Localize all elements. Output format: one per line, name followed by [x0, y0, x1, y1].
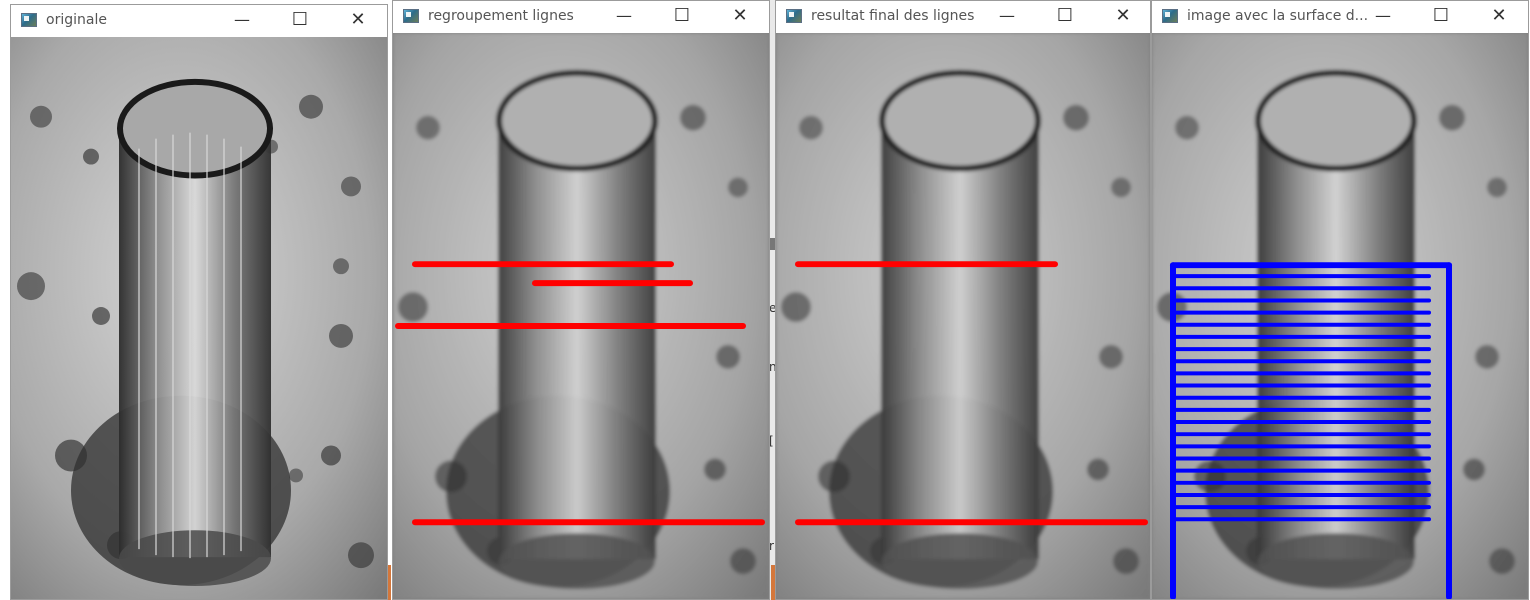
window-resultat-final-des-lignes[interactable]: resultat final des lignes — ☐ ✕	[775, 0, 1151, 600]
close-button[interactable]: ✕	[1486, 4, 1512, 28]
app-icon	[21, 13, 37, 27]
desktop: e n [ r originale — ☐ ✕ regroupement lig…	[0, 0, 1530, 600]
image-viewport	[393, 33, 769, 599]
red-line-overlay	[795, 261, 1148, 526]
blue-surface-overlay	[1170, 262, 1452, 599]
maximize-button[interactable]: ☐	[287, 8, 313, 32]
close-button[interactable]: ✕	[1110, 4, 1136, 28]
window-titlebar[interactable]: originale — ☐ ✕	[11, 5, 387, 37]
app-icon	[786, 9, 802, 23]
minimize-button[interactable]: —	[229, 8, 255, 32]
taskbar-accent	[388, 565, 391, 600]
window-titlebar[interactable]: resultat final des lignes — ☐ ✕	[776, 1, 1150, 33]
window-titlebar[interactable]: image avec la surface d... — ☐ ✕	[1152, 1, 1528, 33]
window-regroupement-lignes[interactable]: regroupement lignes — ☐ ✕	[392, 0, 770, 600]
red-line-overlay	[395, 261, 765, 526]
minimize-button[interactable]: —	[994, 4, 1020, 28]
maximize-button[interactable]: ☐	[1052, 4, 1078, 28]
window-title: resultat final des lignes	[811, 8, 975, 24]
image-viewport	[776, 33, 1150, 599]
window-title: regroupement lignes	[428, 8, 574, 24]
window-title: image avec la surface d...	[1187, 8, 1367, 24]
minimize-button[interactable]: —	[611, 4, 637, 28]
app-icon	[403, 9, 419, 23]
window-image-avec-la-surface[interactable]: image avec la surface d... — ☐ ✕	[1151, 0, 1529, 600]
window-originale[interactable]: originale — ☐ ✕	[10, 4, 388, 600]
minimize-button[interactable]: —	[1370, 4, 1396, 28]
app-icon	[1162, 9, 1178, 23]
close-button[interactable]: ✕	[345, 8, 371, 32]
maximize-button[interactable]: ☐	[669, 4, 695, 28]
maximize-button[interactable]: ☐	[1428, 4, 1454, 28]
close-button[interactable]: ✕	[727, 4, 753, 28]
window-titlebar[interactable]: regroupement lignes — ☐ ✕	[393, 1, 769, 33]
glass-photo	[11, 37, 387, 599]
image-viewport	[1152, 33, 1528, 599]
image-viewport	[11, 37, 387, 599]
window-title: originale	[46, 12, 107, 28]
